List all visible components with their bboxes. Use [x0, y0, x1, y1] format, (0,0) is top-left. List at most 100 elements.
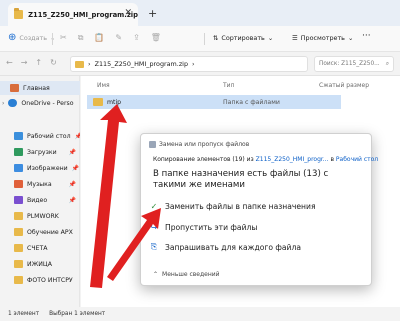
sidebar-item-plmwork[interactable]: PLMWORK: [0, 209, 80, 223]
sidebar-item-music[interactable]: Музыка 📌: [0, 177, 80, 191]
video-icon: [14, 196, 23, 204]
more-button[interactable]: ···: [362, 31, 371, 41]
sidebar-item-invoices[interactable]: СЧЕТА: [0, 241, 80, 255]
sidebar-item-onedrive[interactable]: › OneDrive - Perso: [0, 96, 80, 110]
up-icon[interactable]: ↑: [35, 58, 42, 67]
copy-mid: в: [330, 156, 334, 163]
copy-dest-link[interactable]: Рабочий стол: [336, 156, 378, 163]
sidebar-item-photo-instru[interactable]: ФОТО ИНТСРУ: [0, 273, 80, 287]
file-name: mtip: [107, 98, 122, 106]
rename-icon[interactable]: ✎: [115, 33, 122, 43]
view-icon: ☰: [292, 34, 298, 42]
dialog-title: Замена или пропуск файлов: [159, 141, 250, 148]
column-header-compressed[interactable]: Сжатый размер: [319, 82, 369, 89]
folder-icon: [14, 244, 23, 252]
sort-icon: ⇅: [213, 34, 219, 42]
chevron-up-icon: ⌃: [153, 271, 159, 278]
refresh-icon[interactable]: ↻: [50, 58, 57, 67]
address-path: Z115_Z250_HMI_program.zip: [94, 60, 189, 68]
folder-icon: [14, 276, 23, 284]
download-icon: [14, 148, 23, 156]
item-count: 1 элемент: [8, 311, 40, 317]
music-icon: [14, 180, 23, 188]
pin-icon: 📌: [74, 132, 80, 140]
file-type: Папка с файлами: [223, 99, 280, 106]
copy-icon[interactable]: ⧉: [78, 33, 84, 43]
nav-buttons: ← → ↑ ↻: [6, 58, 57, 67]
sidebar-item-label: PLMWORK: [27, 212, 59, 220]
sidebar-item-label: Рабочий стол: [27, 132, 71, 140]
address-field[interactable]: › Z115_Z250_HMI_program.zip ›: [70, 56, 308, 72]
sidebar-item-izhitsa[interactable]: ИЖИЦА: [0, 257, 80, 271]
folder-icon: [93, 98, 103, 106]
sidebar-item-label: СЧЕТА: [27, 244, 48, 252]
status-bar: 1 элемент Выбран 1 элемент: [0, 307, 400, 321]
sidebar-item-label: Видео: [27, 196, 48, 204]
copy-source-link[interactable]: Z115_Z250_HMI_progr...: [256, 156, 329, 163]
dialog-heading: В папке назначения есть файлы (13) с так…: [153, 169, 329, 190]
column-header-type[interactable]: Тип: [223, 82, 235, 89]
chevron-right-icon: ›: [2, 99, 5, 107]
forward-icon[interactable]: →: [21, 58, 28, 67]
file-row-mtip[interactable]: mtip Папка с файлами: [87, 95, 341, 109]
pin-icon: 📌: [68, 180, 76, 188]
cloud-icon: [8, 99, 18, 107]
pin-icon: 📌: [68, 196, 76, 204]
pin-icon: 📌: [68, 148, 76, 156]
sidebar-item-desktop[interactable]: Рабочий стол 📌: [0, 129, 80, 143]
desktop-icon: [14, 132, 23, 140]
selection-count: Выбран 1 элемент: [49, 311, 106, 317]
search-input[interactable]: Поиск: Z115_Z250... ⌕: [314, 56, 394, 72]
share-icon[interactable]: ⇪: [133, 33, 140, 43]
sidebar-item-video[interactable]: Видео 📌: [0, 193, 80, 207]
tab-zip[interactable]: Z115_Z250_HMI_program.zip ✕: [8, 3, 138, 26]
option-label: Пропустить эти файлы: [165, 222, 258, 232]
option-label: Запрашивать для каждого файла: [165, 242, 301, 252]
create-button[interactable]: ⊕ Создать ⌄: [8, 32, 55, 43]
sidebar-item-training[interactable]: Обучение АРХ: [0, 225, 80, 239]
view-label: Просмотреть: [300, 34, 345, 42]
option-label: Заменить файлы в папке назначения: [165, 201, 316, 211]
address-bar-row: ← → ↑ ↻ › Z115_Z250_HMI_program.zip › По…: [0, 52, 400, 76]
skip-option[interactable]: ↪ Пропустить эти файлы: [149, 219, 359, 235]
toolbar-divider: [52, 33, 53, 45]
fewer-details-toggle[interactable]: ⌃ Меньше сведений: [153, 271, 220, 278]
new-tab-icon[interactable]: +: [148, 7, 157, 20]
file-explorer-window: Z115_Z250_HMI_program.zip ✕ + ⊕ Создать …: [0, 0, 400, 321]
folder-icon: [14, 260, 23, 268]
toolbar-divider: [204, 33, 205, 45]
pictures-icon: [14, 164, 23, 172]
chevron-right-icon: ›: [192, 60, 195, 68]
sort-button[interactable]: ⇅ Сортировать ⌄: [213, 34, 273, 42]
toolbar: ⊕ Создать ⌄ ✂ ⧉ 📋 ✎ ⇪ 🗑 ⇅ Сортировать ⌄ …: [0, 26, 400, 52]
copy-info: Копирование элементов (19) из Z115_Z250_…: [153, 156, 378, 163]
sidebar-item-label: Загрузки: [27, 148, 57, 156]
search-icon: ⌕: [385, 60, 389, 67]
create-label: Создать: [19, 34, 47, 42]
sidebar-item-label: Обучение АРХ: [27, 228, 73, 236]
replace-skip-dialog: Замена или пропуск файлов Копирование эл…: [140, 133, 378, 286]
ask-icon: ⎘: [150, 242, 158, 251]
home-icon: [10, 84, 19, 92]
sidebar-item-home[interactable]: Главная: [0, 81, 80, 95]
view-button[interactable]: ☰ Просмотреть ⌄: [292, 34, 353, 42]
sidebar-item-downloads[interactable]: Загрузки 📌: [0, 145, 80, 159]
cut-icon[interactable]: ✂: [60, 33, 67, 43]
pin-icon: 📌: [71, 164, 80, 172]
column-header-name[interactable]: Имя: [97, 82, 110, 89]
replace-option[interactable]: ✓ Заменить файлы в папке назначения: [149, 198, 359, 214]
delete-icon[interactable]: 🗑: [151, 33, 161, 43]
ask-each-option[interactable]: ⎘ Запрашивать для каждого файла: [149, 239, 359, 255]
plus-icon: ⊕: [8, 32, 17, 43]
app-icon: [149, 141, 156, 148]
fewer-details-label: Меньше сведений: [162, 271, 220, 278]
paste-icon[interactable]: 📋: [94, 33, 104, 43]
sidebar-item-label: Музыка: [27, 180, 52, 188]
folder-icon: [14, 8, 24, 19]
close-icon[interactable]: ✕: [124, 8, 132, 18]
sidebar-item-pictures[interactable]: Изображени 📌: [0, 161, 80, 175]
back-icon[interactable]: ←: [6, 58, 13, 67]
checkmark-icon: ✓: [150, 201, 158, 211]
title-bar: Z115_Z250_HMI_program.zip ✕ +: [0, 0, 400, 26]
skip-icon: ↪: [150, 222, 158, 232]
